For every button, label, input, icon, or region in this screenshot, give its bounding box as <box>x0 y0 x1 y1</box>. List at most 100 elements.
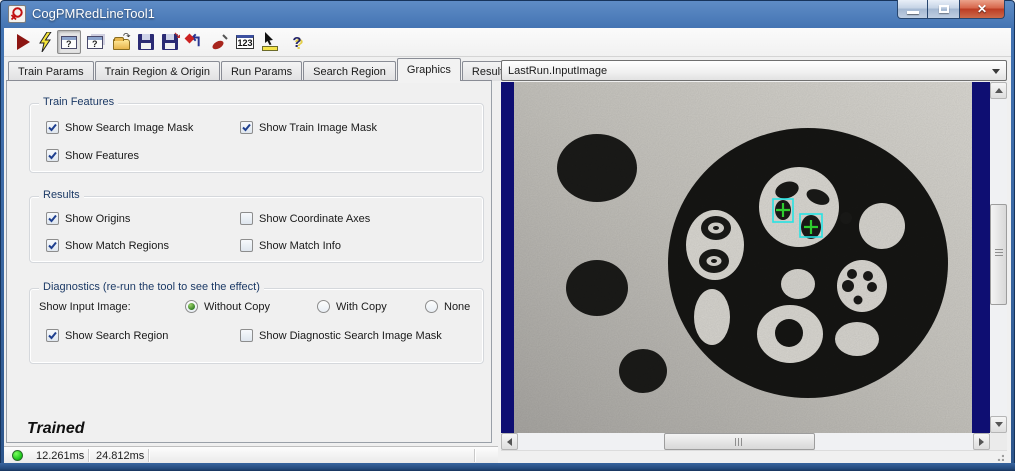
help-button[interactable]: ? <box>287 32 307 52</box>
radio-none[interactable]: None <box>425 300 470 313</box>
new-window-button[interactable] <box>85 32 105 52</box>
lightning-icon <box>37 32 53 52</box>
run-icon <box>17 34 30 50</box>
group-train-features: Train Features Show Search Image Mask Sh… <box>29 103 484 173</box>
radio-label: With Copy <box>336 301 387 313</box>
horizontal-scrollbar[interactable] <box>501 433 990 450</box>
scroll-left-button[interactable] <box>501 433 518 450</box>
params-button[interactable]: 123 <box>235 32 255 52</box>
tab-graphics[interactable]: Graphics <box>397 58 461 81</box>
clear-button[interactable] <box>210 32 230 52</box>
checkbox-box <box>240 212 253 225</box>
pointer-tool-button[interactable] <box>261 32 281 52</box>
window-controls: ✕ <box>897 0 1005 19</box>
scroll-up-button[interactable] <box>990 82 1007 99</box>
checkbox-label: Show Diagnostic Search Image Mask <box>259 330 442 342</box>
horizontal-scroll-thumb[interactable] <box>664 433 815 450</box>
minimize-button[interactable] <box>897 0 928 19</box>
close-button[interactable]: ✕ <box>959 0 1005 19</box>
checkbox-box <box>240 121 253 134</box>
arrow-down-icon <box>995 422 1003 427</box>
show-input-image-label: Show Input Image: <box>39 301 131 313</box>
checkbox-box <box>46 149 59 162</box>
radio-without-copy[interactable]: Without Copy <box>185 300 270 313</box>
total-time-value: 24.812ms <box>96 450 144 462</box>
checkbox-box <box>46 329 59 342</box>
radio-label: Without Copy <box>204 301 270 313</box>
status-green-dot-icon <box>12 450 23 461</box>
tab-train-region-origin[interactable]: Train Region & Origin <box>95 61 220 81</box>
radio-dot <box>425 300 438 313</box>
new-window-icon <box>87 36 103 49</box>
tab-run-params[interactable]: Run Params <box>221 61 302 81</box>
checkbox-box <box>46 239 59 252</box>
maximize-button[interactable] <box>928 0 959 19</box>
float-display-button[interactable] <box>57 30 81 54</box>
checkbox-box <box>46 212 59 225</box>
checkbox-show-origins[interactable]: Show Origins <box>46 212 130 225</box>
tab-search-region[interactable]: Search Region <box>303 61 396 81</box>
close-icon: ✕ <box>977 2 987 16</box>
group-title: Diagnostics (re-run the tool to see the … <box>39 281 264 293</box>
arrow-left-icon <box>507 438 512 446</box>
record-select-value: LastRun.InputImage <box>508 65 607 77</box>
image-display-area[interactable] <box>501 82 1007 433</box>
title-bar[interactable]: CogPMRedLineTool1 ✕ <box>0 0 1015 28</box>
maximize-icon <box>939 5 949 13</box>
statusbar-separator <box>148 449 149 462</box>
electric-run-button[interactable] <box>35 32 55 52</box>
save-icon <box>138 34 154 50</box>
checkbox-label: Show Search Region <box>65 330 168 342</box>
help-icon: ? <box>292 34 301 51</box>
numbers-icon: 123 <box>236 35 254 49</box>
window-title: CogPMRedLineTool1 <box>32 6 155 21</box>
checkbox-show-search-image-mask[interactable]: Show Search Image Mask <box>46 121 193 134</box>
checkbox-box <box>240 239 253 252</box>
checkbox-label: Show Match Info <box>259 240 341 252</box>
checkbox-show-match-info[interactable]: Show Match Info <box>240 239 341 252</box>
arrow-right-icon <box>979 438 984 446</box>
checkbox-show-coordinate-axes[interactable]: Show Coordinate Axes <box>240 212 370 225</box>
train-status-text: Trained <box>27 420 85 438</box>
reset-button[interactable]: ↰ <box>186 32 206 52</box>
checkbox-show-features[interactable]: Show Features <box>46 149 139 162</box>
cursor-icon <box>264 32 276 45</box>
scroll-down-button[interactable] <box>990 416 1007 433</box>
float-window-icon <box>61 36 77 49</box>
checkbox-label: Show Train Image Mask <box>259 122 377 134</box>
scrollbar-corner <box>990 433 1007 450</box>
run-button[interactable] <box>13 32 33 52</box>
save-button[interactable] <box>136 32 156 52</box>
checkbox-show-match-regions[interactable]: Show Match Regions <box>46 239 169 252</box>
open-button[interactable] <box>111 32 131 52</box>
minimize-icon <box>907 11 919 14</box>
radio-dot <box>317 300 330 313</box>
tab-train-params[interactable]: Train Params <box>8 61 94 81</box>
radio-with-copy[interactable]: With Copy <box>317 300 387 313</box>
vertical-scrollbar[interactable] <box>990 82 1007 433</box>
checkbox-show-diagnostic-search-image-mask[interactable]: Show Diagnostic Search Image Mask <box>240 329 442 342</box>
checkbox-label: Show Match Regions <box>65 240 169 252</box>
status-bar: 12.261ms 24.812ms <box>4 446 498 463</box>
input-image <box>514 82 972 433</box>
radio-dot <box>185 300 198 313</box>
save-as-icon: ↘ <box>162 34 178 50</box>
record-select-dropdown[interactable]: LastRun.InputImage <box>501 60 1007 81</box>
chevron-down-icon <box>992 69 1000 74</box>
checkbox-box <box>46 121 59 134</box>
vertical-scroll-thumb[interactable] <box>990 204 1007 305</box>
group-title: Results <box>39 189 84 201</box>
resize-grip-icon[interactable] <box>995 452 1004 461</box>
save-as-arrow-icon: ↘ <box>173 30 181 41</box>
checkbox-label: Show Coordinate Axes <box>259 213 370 225</box>
checkbox-label: Show Search Image Mask <box>65 122 193 134</box>
save-as-button[interactable]: ↘ <box>160 32 180 52</box>
graphics-tab-page: Train Features Show Search Image Mask Sh… <box>6 80 492 443</box>
checkbox-show-train-image-mask[interactable]: Show Train Image Mask <box>240 121 377 134</box>
window-bottom-border <box>0 463 1015 471</box>
checkbox-show-search-region[interactable]: Show Search Region <box>46 329 168 342</box>
run-time-value: 12.261ms <box>36 450 84 462</box>
scroll-right-button[interactable] <box>973 433 990 450</box>
checkbox-box <box>240 329 253 342</box>
group-diagnostics: Diagnostics (re-run the tool to see the … <box>29 288 484 364</box>
